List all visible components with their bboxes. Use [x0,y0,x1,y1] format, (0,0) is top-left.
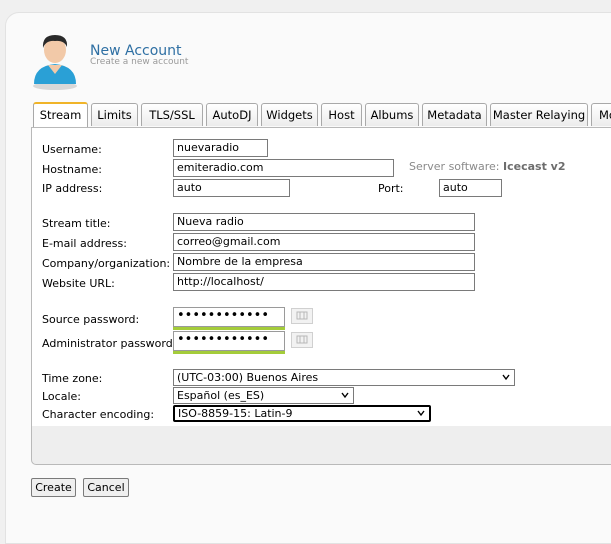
page-subtitle: Create a new account [90,57,189,67]
server-software-info: Server software: Icecast v2 [409,160,566,173]
tab-more[interactable]: Mo [591,103,611,126]
time-zone-label: Time zone: [42,372,103,385]
tab-albums[interactable]: Albums [365,103,419,126]
tab-tls-ssl[interactable]: TLS/SSL [141,103,203,126]
tab-host[interactable]: Host [321,103,362,126]
server-software-value: Icecast v2 [503,160,566,173]
locale-value: Español (es_ES) [177,389,265,402]
tab-stream[interactable]: Stream [33,102,88,127]
source-password-reveal-icon[interactable] [291,308,313,324]
tab-limits[interactable]: Limits [91,103,138,126]
source-password-field[interactable]: •••••••••••• [173,307,285,327]
stream-title-label: Stream title: [42,217,111,230]
encoding-select[interactable]: ISO-8859-15: Latin-9 [173,405,431,422]
ip-address-field[interactable]: auto [173,179,290,197]
website-field[interactable]: http://localhost/ [173,273,475,291]
admin-password-reveal-icon[interactable] [291,332,313,348]
username-field[interactable]: nuevaradio [173,139,268,157]
locale-select[interactable]: Español (es_ES) [173,387,354,404]
ip-address-label: IP address: [42,182,103,195]
time-zone-select[interactable]: (UTC-03:00) Buenos Aires [173,369,515,386]
time-zone-value: (UTC-03:00) Buenos Aires [177,371,319,384]
email-field[interactable]: correo@gmail.com [173,233,475,251]
chevron-down-icon [417,410,425,417]
email-label: E-mail address: [42,237,127,250]
tab-autodj[interactable]: AutoDJ [206,103,258,126]
port-label: Port: [378,182,404,195]
hostname-field[interactable]: emiteradio.com [173,159,394,177]
port-field[interactable]: auto [439,179,502,197]
chevron-down-icon [502,374,510,381]
create-button[interactable]: Create [31,478,76,497]
hostname-label: Hostname: [42,163,102,176]
source-password-label: Source password: [42,313,140,326]
encoding-label: Character encoding: [42,408,155,421]
chevron-down-icon [341,392,349,399]
admin-password-label: Administrator password: [42,337,177,350]
admin-password-field[interactable]: •••••••••••• [173,331,285,351]
company-field[interactable]: Nombre de la empresa [173,253,475,271]
username-label: Username: [42,143,102,156]
website-label: Website URL: [42,277,115,290]
stream-title-field[interactable]: Nueva radio [173,213,475,231]
tab-metadata[interactable]: Metadata [422,103,487,126]
admin-password-strength-bar [173,351,285,354]
cancel-button[interactable]: Cancel [83,478,129,497]
tab-widgets[interactable]: Widgets [261,103,318,126]
user-avatar-icon [33,35,77,90]
encoding-value: ISO-8859-15: Latin-9 [178,407,293,420]
company-label: Company/organization: [42,257,171,270]
server-software-label: Server software: [409,160,500,173]
tab-master-relaying[interactable]: Master Relaying [490,103,588,126]
locale-label: Locale: [42,390,81,403]
source-password-strength-bar [173,327,285,330]
